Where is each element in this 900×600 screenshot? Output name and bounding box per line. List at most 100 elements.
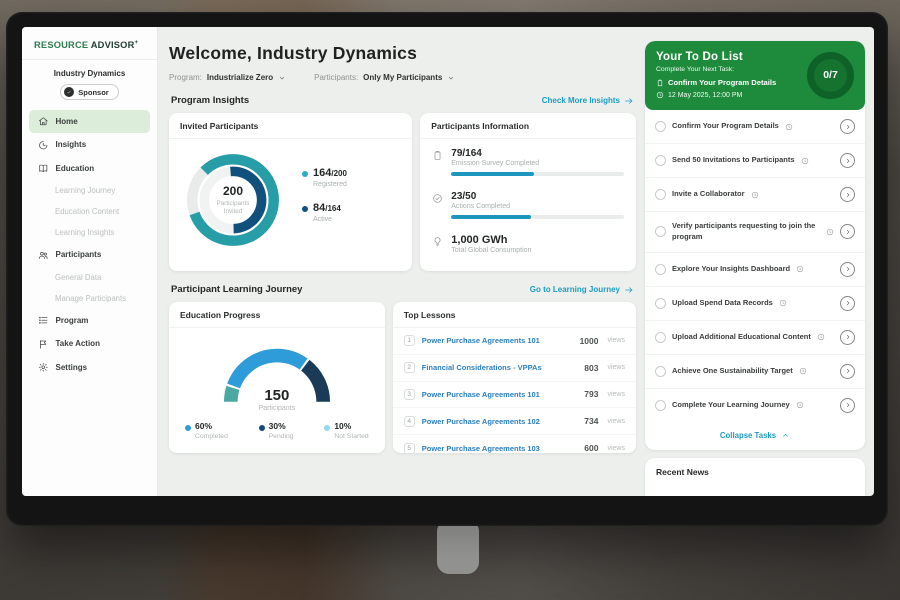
- organization-name: Industry Dynamics: [22, 69, 157, 78]
- check-circle-icon: [432, 193, 443, 204]
- todo-next-due: 12 May 2025, 12:00 PM: [656, 91, 799, 99]
- sidebar-item-label: Learning Journey: [55, 186, 115, 195]
- lesson-link[interactable]: Financial Considerations - VPPAs: [422, 363, 578, 372]
- todo-task-row[interactable]: Explore Your Insights Dashboard: [645, 253, 865, 287]
- todo-task-row[interactable]: Send 50 Invitations to Participants: [645, 144, 865, 178]
- sidebar-item-label: Settings: [56, 363, 88, 372]
- invited-donut-chart: 200 Participants Invited: [181, 148, 285, 252]
- main-column: Welcome, Industry Dynamics Program: Indu…: [169, 35, 636, 496]
- task-checkbox[interactable]: [655, 155, 666, 166]
- task-go-button[interactable]: [840, 153, 855, 168]
- task-go-button[interactable]: [840, 224, 855, 239]
- program-filter-label: Program:: [169, 73, 202, 82]
- task-label: Complete Your Learning Journey: [672, 400, 790, 411]
- task-go-button[interactable]: [840, 187, 855, 202]
- sidebar-item-take-action[interactable]: Take Action: [29, 333, 150, 356]
- task-label: Upload Spend Data Records: [672, 298, 773, 309]
- sidebar-item-learning-journey[interactable]: Learning Journey: [29, 181, 150, 201]
- task-label: Upload Additional Educational Content: [672, 332, 811, 343]
- clock-icon: [779, 299, 787, 307]
- not-started-dot: [324, 425, 330, 431]
- sidebar-item-education[interactable]: Education: [29, 157, 150, 180]
- task-label: Confirm Your Program Details: [672, 121, 779, 132]
- sidebar-item-home[interactable]: Home: [29, 110, 150, 133]
- task-checkbox[interactable]: [655, 298, 666, 309]
- task-go-button[interactable]: [840, 119, 855, 134]
- sponsor-badge-icon: [64, 87, 74, 97]
- todo-next-task: Confirm Your Program Details: [656, 78, 799, 87]
- sidebar-item-settings[interactable]: Settings: [29, 356, 150, 379]
- participants-filter[interactable]: Participants: Only My Participants: [314, 73, 455, 82]
- sidebar-item-general-data[interactable]: General Data: [29, 267, 150, 287]
- todo-task-row[interactable]: Invite a Collaborator: [645, 178, 865, 212]
- sidebar-item-insights[interactable]: Insights: [29, 134, 150, 157]
- lesson-link[interactable]: Power Purchase Agreements 101: [422, 336, 573, 345]
- task-go-button[interactable]: [840, 364, 855, 379]
- lesson-views: 600: [584, 443, 598, 453]
- sidebar-item-participants[interactable]: Participants: [29, 244, 150, 267]
- check-more-insights-link[interactable]: Check More Insights: [542, 96, 634, 106]
- task-go-button[interactable]: [840, 262, 855, 277]
- sidebar-item-manage-participants[interactable]: Manage Participants: [29, 288, 150, 308]
- task-checkbox[interactable]: [655, 226, 666, 237]
- sidebar-item-program[interactable]: Program: [29, 309, 150, 332]
- content-area: Welcome, Industry Dynamics Program: Indu…: [158, 27, 874, 496]
- sidebar-item-label: Participants: [56, 250, 102, 259]
- lesson-rank: 1: [404, 335, 415, 346]
- sidebar-item-label: Insights: [56, 140, 87, 149]
- sidebar-item-learning-insights[interactable]: Learning Insights: [29, 223, 150, 243]
- task-label: Verify participants requesting to join t…: [672, 221, 820, 243]
- participants-filter-label: Participants:: [314, 73, 358, 82]
- lesson-rank: 5: [404, 443, 415, 453]
- todo-task-row[interactable]: Achieve One Sustainability Target: [645, 355, 865, 389]
- task-checkbox[interactable]: [655, 332, 666, 343]
- todo-task-row[interactable]: Confirm Your Program Details: [645, 110, 865, 144]
- task-go-button[interactable]: [840, 296, 855, 311]
- chevron-right-icon: [844, 157, 852, 165]
- active-dot: [302, 206, 308, 212]
- todo-task-row[interactable]: Complete Your Learning Journey: [645, 389, 865, 422]
- participants-filter-value: Only My Participants: [363, 73, 442, 82]
- go-to-learning-journey-link[interactable]: Go to Learning Journey: [530, 285, 634, 295]
- task-checkbox[interactable]: [655, 400, 666, 411]
- recent-news-card: Recent News: [645, 458, 865, 496]
- participants-count: 150: [214, 387, 340, 404]
- task-checkbox[interactable]: [655, 189, 666, 200]
- todo-subtitle: Complete Your Next Task:: [656, 66, 799, 73]
- task-checkbox[interactable]: [655, 264, 666, 275]
- emission-survey-progress: [451, 172, 624, 176]
- active-value: 84/164: [313, 203, 341, 214]
- lesson-views: 793: [584, 389, 598, 399]
- todo-task-row[interactable]: Upload Spend Data Records: [645, 287, 865, 321]
- sidebar-nav: Home Insights Education Learning Journey…: [22, 110, 157, 379]
- link-label: Go to Learning Journey: [530, 285, 620, 294]
- app-logo: RESOURCE ADVISOR+: [22, 27, 157, 60]
- collapse-label: Collapse Tasks: [720, 431, 776, 440]
- lesson-link[interactable]: Power Purchase Agreements 101: [422, 390, 578, 399]
- lesson-rank: 4: [404, 416, 415, 427]
- todo-title: Your To Do List: [656, 51, 799, 63]
- task-go-button[interactable]: [840, 398, 855, 413]
- chevron-right-icon: [844, 299, 852, 307]
- sidebar-item-label: Take Action: [56, 339, 100, 348]
- sidebar-item-education-content[interactable]: Education Content: [29, 202, 150, 222]
- task-checkbox[interactable]: [655, 366, 666, 377]
- logo-primary: RESOURCE: [34, 40, 88, 50]
- todo-task-row[interactable]: Upload Additional Educational Content: [645, 321, 865, 355]
- todo-task-row[interactable]: Verify participants requesting to join t…: [645, 212, 865, 253]
- sidebar-item-label: Learning Insights: [55, 228, 114, 237]
- program-filter[interactable]: Program: Industrialize Zero: [169, 73, 286, 82]
- actions-value: 23/50: [451, 191, 624, 202]
- info-row-consumption: 1,000 GWh Total Global Consumption: [420, 225, 636, 260]
- task-checkbox[interactable]: [655, 121, 666, 132]
- completed-dot: [185, 425, 191, 431]
- collapse-tasks-link[interactable]: Collapse Tasks: [645, 422, 865, 450]
- sidebar-item-label: General Data: [55, 273, 101, 282]
- views-label: views: [607, 418, 625, 425]
- arrow-right-icon: [624, 285, 634, 295]
- learning-journey-section-header: Participant Learning Journey Go to Learn…: [171, 284, 634, 295]
- task-go-button[interactable]: [840, 330, 855, 345]
- lesson-link[interactable]: Power Purchase Agreements 103: [422, 444, 578, 453]
- info-row-emission-survey: 79/164 Emission Survey Completed: [420, 139, 636, 182]
- lesson-link[interactable]: Power Purchase Agreements 102: [422, 417, 578, 426]
